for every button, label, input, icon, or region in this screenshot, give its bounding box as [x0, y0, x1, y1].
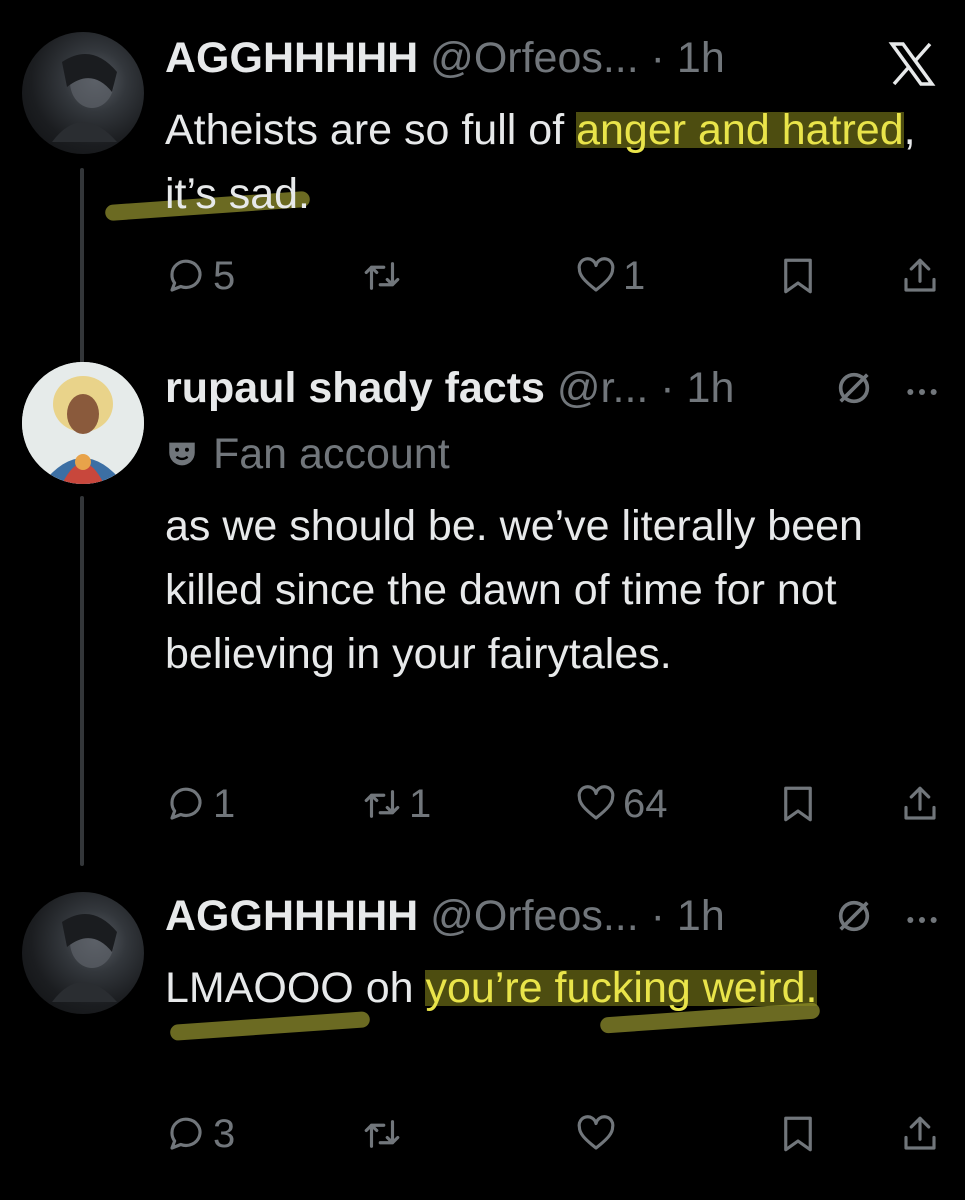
tweet-text-plain: as we should be. we’ve literally been ki…: [165, 502, 863, 678]
display-name[interactable]: rupaul shady facts: [165, 364, 545, 412]
more-icon[interactable]: [902, 900, 942, 940]
retweet-icon: [364, 790, 400, 818]
thread-line: [80, 168, 84, 368]
fan-account-badge[interactable]: Fan account: [165, 428, 450, 480]
tweet-text: as we should be. we’ve literally been ki…: [165, 494, 885, 686]
tweet-actions: 5 1: [165, 246, 945, 306]
tweet-text: Atheists are so full of anger and hatred…: [165, 98, 925, 226]
retweet-button[interactable]: [361, 246, 409, 306]
handle-time[interactable]: @Orfeos... · 1h: [430, 34, 725, 82]
like-count: 64: [623, 781, 668, 826]
reply-button[interactable]: 5: [165, 246, 235, 306]
tweet-header: AGGHHHHH @Orfeos... · 1h: [165, 32, 725, 84]
reply-count: 1: [213, 781, 236, 826]
bookmark-icon: [784, 258, 812, 294]
share-icon: [904, 1116, 936, 1150]
reply-count: 5: [213, 253, 236, 298]
tweet-text-plain: Atheists are so full of: [165, 106, 577, 154]
handle-time[interactable]: @r... · 1h: [557, 364, 734, 412]
avatar[interactable]: [22, 32, 144, 154]
share-icon: [904, 258, 936, 292]
avatar[interactable]: [22, 892, 144, 1014]
tweet-header: rupaul shady facts @r... · 1h: [165, 362, 734, 414]
tweet-header: AGGHHHHH @Orfeos... · 1h: [165, 890, 725, 942]
x-logo-icon: [888, 42, 936, 86]
more-icon[interactable]: [902, 372, 942, 412]
badge-label: Fan account: [213, 430, 450, 478]
thread-line: [80, 496, 84, 866]
like-button[interactable]: [575, 1104, 623, 1164]
share-icon: [904, 786, 936, 820]
heart-icon: [577, 785, 615, 820]
like-count: 1: [623, 253, 646, 298]
retweet-icon: [364, 1120, 400, 1148]
bookmark-icon: [784, 1116, 812, 1152]
like-button[interactable]: 1: [575, 246, 645, 306]
avatar[interactable]: [22, 362, 144, 484]
tweet-text-highlight: anger and hatred: [576, 106, 904, 154]
reply-icon: [170, 1117, 202, 1150]
share-button[interactable]: [899, 246, 941, 306]
bookmark-icon: [784, 786, 812, 822]
tweet-text: LMAOOO oh you’re fucking weird.: [165, 956, 925, 1020]
tweet-actions: 1 1 64: [165, 774, 945, 834]
tweet-actions: 3: [165, 1104, 945, 1164]
reply-count: 3: [213, 1111, 236, 1156]
slashed-circle-icon[interactable]: [834, 896, 874, 936]
slashed-circle-icon[interactable]: [834, 368, 874, 408]
retweet-count: 1: [409, 781, 432, 826]
share-button[interactable]: [899, 774, 941, 834]
bookmark-button[interactable]: [777, 1104, 819, 1164]
handle-time[interactable]: @Orfeos... · 1h: [430, 892, 725, 940]
retweet-button[interactable]: 1: [361, 774, 431, 834]
display-name[interactable]: AGGHHHHH: [165, 892, 418, 940]
retweet-icon: [364, 262, 400, 290]
theater-mask-icon: [169, 442, 195, 466]
bookmark-button[interactable]: [777, 246, 819, 306]
tweet-text-plain: LMAOOO oh: [165, 964, 426, 1012]
reply-icon: [170, 787, 202, 820]
reply-icon: [170, 259, 202, 292]
retweet-button[interactable]: [361, 1104, 409, 1164]
like-button[interactable]: 64: [575, 774, 668, 834]
reply-button[interactable]: 1: [165, 774, 235, 834]
share-button[interactable]: [899, 1104, 941, 1164]
heart-icon: [577, 257, 615, 292]
tweet-text-highlight: you’re fucking weird.: [425, 964, 818, 1012]
bookmark-button[interactable]: [777, 774, 819, 834]
reply-button[interactable]: 3: [165, 1104, 235, 1164]
display-name[interactable]: AGGHHHHH: [165, 34, 418, 82]
heart-icon: [577, 1115, 615, 1150]
